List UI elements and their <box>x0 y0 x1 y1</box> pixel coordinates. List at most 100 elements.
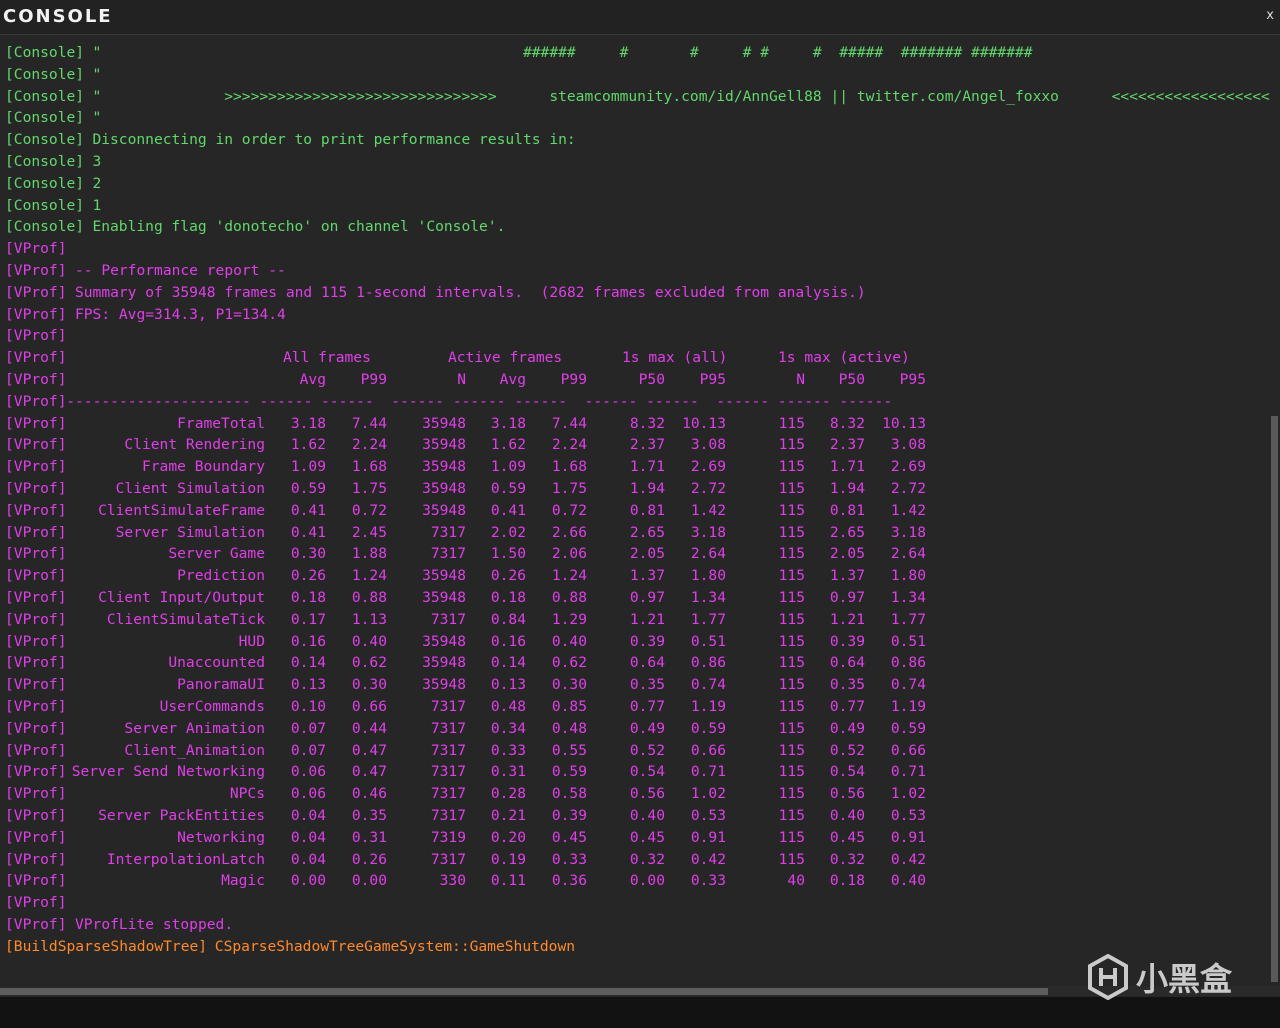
metric-value: 1.71 <box>829 458 865 476</box>
metric-value: 0.66 <box>690 741 726 759</box>
metric-value: 0.11 <box>490 872 526 890</box>
metric-value: 0.53 <box>690 807 726 824</box>
metric-value: 0.56 <box>629 785 665 803</box>
console-output[interactable]: [Console] " # # # # # # ## # # # #[Conso… <box>0 41 1270 986</box>
metric-value: 0.19 <box>490 850 526 868</box>
metric-value: 0.40 <box>890 872 926 890</box>
metric-value: 0.51 <box>690 632 726 650</box>
metric-name: HUD <box>238 632 265 650</box>
metric-value: 3.18 <box>890 523 926 541</box>
metric-value: 0.40 <box>629 807 665 824</box>
log-text: " <box>83 109 102 127</box>
metric-value: 1.19 <box>890 698 926 715</box>
metric-value: 3.08 <box>890 436 926 454</box>
metric-value: 0.41 <box>490 501 526 519</box>
metric-value: 1.77 <box>890 610 926 628</box>
metric-value: 0.66 <box>351 698 387 715</box>
metric-value: 0.36 <box>551 872 587 890</box>
metric-value: 0.64 <box>629 654 665 672</box>
log-tag: [Console] <box>5 196 85 214</box>
metric-value: 0.62 <box>351 654 387 672</box>
title-bar: CONSOLE x <box>0 0 1280 35</box>
metric-value: 0.42 <box>690 850 726 868</box>
metric-value: 0.30 <box>351 676 387 694</box>
metric-value: 0.00 <box>351 872 387 890</box>
metric-value: 0.35 <box>829 676 865 694</box>
vertical-scrollbar-thumb[interactable] <box>1271 416 1278 982</box>
metric-value: 0.42 <box>890 850 926 868</box>
close-icon[interactable]: x <box>1266 8 1274 23</box>
log-tag: [VProf] <box>5 349 67 367</box>
metric-value: 2.24 <box>351 436 387 454</box>
metric-name: PanoramaUI <box>177 676 265 694</box>
metric-value: 1.37 <box>629 567 665 585</box>
table-column-header: Avg <box>299 371 326 388</box>
metric-value: 0.18 <box>829 872 865 890</box>
metric-value: 0.49 <box>829 719 865 737</box>
metric-value: 1.37 <box>829 567 865 585</box>
log-text: 2 <box>83 174 102 192</box>
metric-name: Client Input/Output <box>98 589 265 606</box>
table-group-header: All frames <box>283 349 371 367</box>
table-group-header: 1s max (active) <box>778 349 910 367</box>
metric-name: Server PackEntities <box>98 807 265 824</box>
metric-value: 0.56 <box>829 785 865 803</box>
metric-value: 0.39 <box>629 632 665 650</box>
log-tag: [VProf] <box>5 894 67 912</box>
metric-value: 0.97 <box>629 589 665 606</box>
metric-value: 0.30 <box>290 545 326 563</box>
metric-value: 1.42 <box>890 501 926 519</box>
metric-value: 0.81 <box>829 501 865 519</box>
metric-value: 0.32 <box>629 850 665 868</box>
metric-value: 0.86 <box>690 654 726 672</box>
metric-value: 0.40 <box>829 807 865 824</box>
log-tag: [Console] <box>5 109 85 127</box>
metric-name: Prediction <box>177 567 265 585</box>
metric-value: 0.26 <box>290 567 326 585</box>
watermark: 小黑盒 <box>1086 952 1232 1002</box>
metric-value: 0.06 <box>290 763 326 781</box>
metric-name: InterpolationLatch <box>106 850 265 868</box>
log-tag: [Console] <box>5 131 85 149</box>
log-text: 1 <box>83 196 102 214</box>
metric-value: 1.80 <box>690 567 726 585</box>
log-text: Disconnecting in order to print performa… <box>83 131 576 149</box>
metric-value: 2.05 <box>829 545 865 563</box>
metric-value: 0.04 <box>290 807 326 824</box>
metric-value: 0.74 <box>890 676 926 694</box>
metric-value: 0.31 <box>490 763 526 781</box>
metric-value: 10.13 <box>882 414 926 432</box>
metric-value: 3.18 <box>490 414 526 432</box>
table-column-header: P50 <box>838 371 865 388</box>
table-column-header: N <box>796 371 805 388</box>
horizontal-scrollbar-thumb[interactable] <box>0 988 1048 995</box>
metric-value: 0.71 <box>890 763 926 781</box>
metric-value: 0.48 <box>490 698 526 715</box>
metric-value: 0.72 <box>351 501 387 519</box>
metric-value: 0.33 <box>690 872 726 890</box>
metric-value: 0.33 <box>490 741 526 759</box>
metric-value: 1.77 <box>690 610 726 628</box>
metric-value: 1.09 <box>290 458 326 476</box>
metric-value: 1.94 <box>829 480 865 497</box>
metric-value: 2.66 <box>551 523 587 541</box>
metric-value: 0.64 <box>829 654 865 672</box>
metric-value: 0.52 <box>629 741 665 759</box>
metric-name: NPCs <box>229 785 265 803</box>
metric-name: UserCommands <box>159 698 265 715</box>
metric-name: Networking <box>177 828 265 846</box>
window-title: CONSOLE <box>3 6 113 27</box>
metric-value: 2.64 <box>690 545 726 563</box>
metric-value: 0.53 <box>890 807 926 824</box>
metric-value: 0.40 <box>351 632 387 650</box>
metric-value: 0.32 <box>829 850 865 868</box>
log-text: VProfLite stopped. <box>66 916 234 933</box>
table-group-header: 1s max (all) <box>622 349 728 367</box>
table-column-header: P50 <box>638 371 665 388</box>
table-group-header: Active frames <box>448 349 563 367</box>
metric-value: 0.41 <box>290 523 326 541</box>
metric-value: 0.71 <box>690 763 726 781</box>
metric-name: Client Rendering <box>124 436 265 454</box>
metric-value: 0.66 <box>890 741 926 759</box>
metric-value: 1.88 <box>351 545 387 563</box>
